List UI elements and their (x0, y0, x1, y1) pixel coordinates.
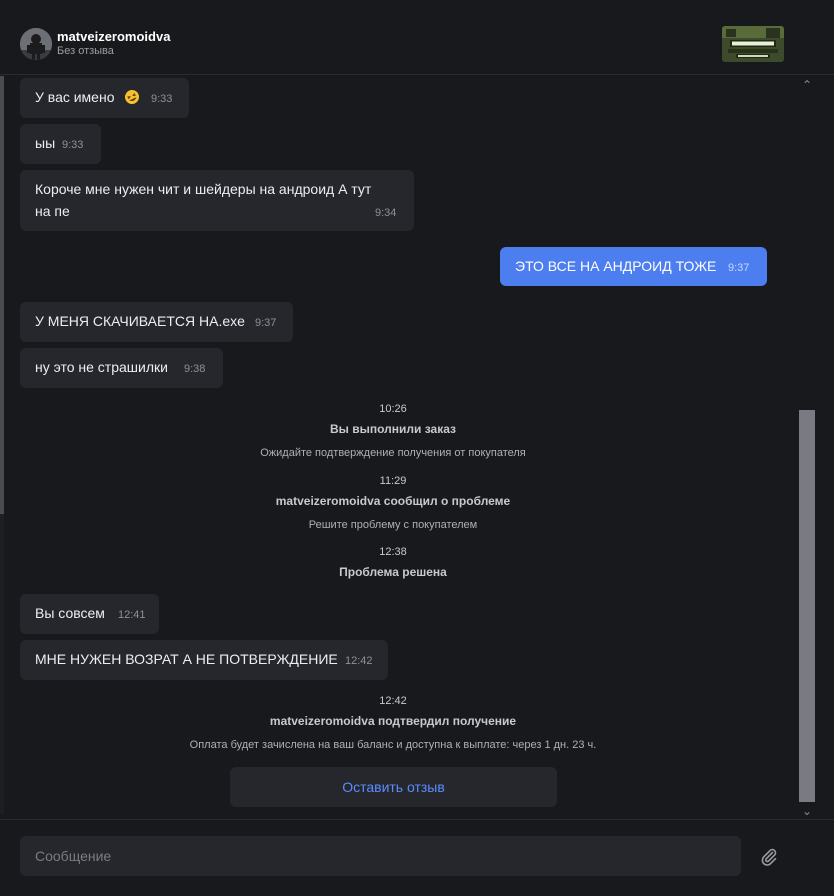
message-text-line: на пе (35, 203, 70, 219)
message-text-line: Короче мне нужен чит и шейдеры на андрои… (35, 181, 372, 197)
message-input[interactable] (20, 836, 741, 876)
message-time: 9:33 (62, 139, 84, 151)
scroll-up-chevron-icon[interactable]: ⌃ (800, 78, 814, 92)
message-text: ну это не страшилки (35, 359, 168, 375)
avatar-figure-icon (20, 28, 52, 60)
message-bubble[interactable]: У вас имено 9:33 (20, 78, 189, 118)
system-event-time: 11:29 (379, 475, 407, 487)
message-text: У вас имено (35, 89, 115, 105)
chat-username[interactable]: matveizeromoidva (57, 29, 170, 44)
system-event-time: 12:42 (379, 695, 407, 707)
message-text: Вы совсем (35, 605, 105, 621)
rofl-emoji-icon (124, 89, 140, 105)
system-event-title: Проблема решена (339, 565, 447, 579)
message-bubble-outgoing[interactable]: ЭТО ВСЕ НА АНДРОИД ТОЖЕ 9:37 (500, 247, 767, 286)
system-event-time: 10:26 (379, 403, 407, 415)
message-bubble[interactable]: МНЕ НУЖЕН ВОЗРАТ А НЕ ПОТВЕРЖДЕНИЕ 12:42 (20, 640, 388, 680)
message-time: 12:41 (118, 609, 146, 621)
message-time: 9:34 (375, 207, 397, 219)
paperclip-icon[interactable] (759, 846, 779, 866)
system-event-title: Вы выполнили заказ (329, 422, 456, 436)
system-event-description: Оплата будет зачислена на ваш баланс и д… (189, 739, 597, 751)
system-event-description: Ожидайте подтверждение получения от поку… (260, 447, 526, 459)
message-time: 12:42 (345, 655, 373, 667)
product-image-icon (722, 26, 784, 62)
message-bubble[interactable]: Вы совсем 12:41 (20, 594, 159, 634)
message-bubble[interactable]: ну это не страшилки 9:38 (20, 348, 223, 388)
left-panel-edge-lower (0, 514, 4, 814)
message-text: У МЕНЯ СКАЧИВАЕТСЯ НА.exe (35, 313, 245, 329)
system-event-title: matveizeromoidva сообщил о проблеме (275, 494, 511, 508)
message-time: 9:37 (255, 317, 277, 329)
system-event-description: Решите проблему с покупателем (308, 519, 478, 531)
message-bubble[interactable]: У МЕНЯ СКАЧИВАЕТСЯ НА.exe 9:37 (20, 302, 293, 342)
scroll-down-chevron-icon[interactable]: ⌄ (800, 804, 814, 818)
system-event-time: 12:38 (379, 546, 407, 558)
chat-header: matveizeromoidva Без отзыва (0, 0, 834, 75)
message-time: 9:37 (728, 262, 750, 274)
message-bubble[interactable]: Короче мне нужен чит и шейдеры на андрои… (20, 170, 414, 231)
message-time: 9:33 (151, 93, 173, 105)
message-time: 9:38 (184, 363, 206, 375)
user-avatar[interactable] (20, 28, 52, 60)
system-event-title: matveizeromoidva подтвердил получение (269, 714, 517, 728)
message-bubble[interactable]: ыы 9:33 (20, 124, 101, 164)
composer-divider (0, 819, 834, 820)
product-thumbnail[interactable] (722, 26, 784, 62)
review-status: Без отзыва (57, 45, 114, 57)
message-text: ыы (35, 135, 56, 151)
scrollbar-thumb[interactable] (799, 410, 815, 802)
message-text: ЭТО ВСЕ НА АНДРОИД ТОЖЕ (515, 258, 717, 274)
message-text: МНЕ НУЖЕН ВОЗРАТ А НЕ ПОТВЕРЖДЕНИЕ (35, 651, 338, 667)
leave-review-button[interactable]: Оставить отзыв (230, 767, 557, 807)
